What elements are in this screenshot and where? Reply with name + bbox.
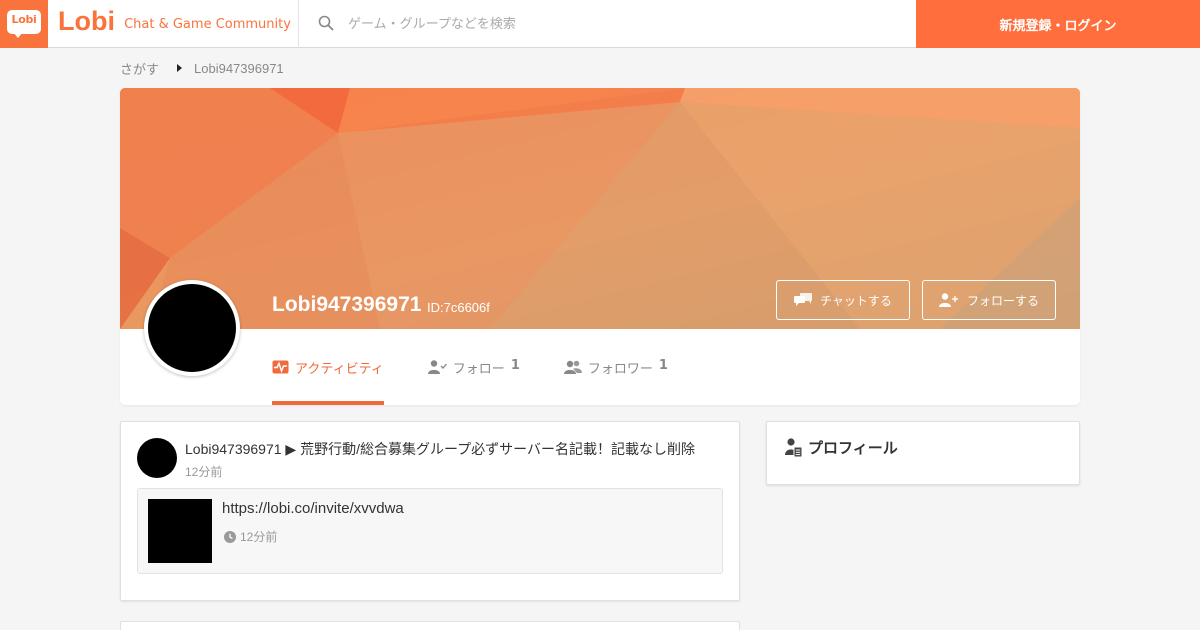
follow-button[interactable]: フォローする xyxy=(922,280,1056,320)
tab-follow-label: フォロー xyxy=(452,362,505,377)
brand-tagline: Chat & Game Community xyxy=(124,17,291,32)
clock-icon xyxy=(224,530,236,543)
lobi-logo[interactable]: Lobi xyxy=(0,0,48,48)
activity-time: 12分前 xyxy=(185,465,223,479)
follow-button-label: フォローする xyxy=(966,293,1039,308)
tab-follow-count: 1 xyxy=(510,358,520,373)
breadcrumb-current: Lobi947396971 xyxy=(194,60,284,76)
invite-link-time: 12分前 xyxy=(224,528,277,545)
login-button[interactable]: 新規登録・ログイン xyxy=(916,0,1200,48)
activity-item-next xyxy=(120,621,740,630)
profile-avatar xyxy=(148,284,236,372)
tab-activity-label: アクティビティ xyxy=(295,362,384,377)
activity-icon xyxy=(272,360,289,374)
invite-link-card[interactable]: https://lobi.co/invite/xvvdwa 12分前 xyxy=(137,488,723,574)
tab-followers-count: 1 xyxy=(658,358,668,373)
chat-button[interactable]: チャットする xyxy=(776,280,910,320)
breadcrumb-search[interactable]: さがす xyxy=(120,59,159,78)
invite-link-thumbnail xyxy=(148,499,212,563)
activity-item: Lobi947396971 ▶ 荒野行動/総合募集グループ必ずサーバー名記載！記… xyxy=(120,421,740,601)
tab-followers[interactable]: フォロワー 1 xyxy=(563,344,668,405)
profile-tabs: アクティビティ フォロー 1 フォロワー 1 xyxy=(272,344,712,405)
chat-icon xyxy=(794,293,813,306)
search-icon xyxy=(318,15,334,31)
logo-bubble-tail xyxy=(13,32,23,38)
profile-info-title: プロフィール xyxy=(785,437,898,458)
profile-card: Lobi947396971 ID:7c6606f チャットする フォローする ア… xyxy=(120,88,1080,405)
brand-name: Lobi xyxy=(58,6,115,36)
profile-id: ID:7c6606f xyxy=(427,300,490,315)
profile-avatar-frame xyxy=(144,280,240,376)
invite-link-url: https://lobi.co/invite/xvvdwa xyxy=(222,500,404,517)
breadcrumb-separator-icon xyxy=(177,64,183,72)
activity-title[interactable]: Lobi947396971 ▶ 荒野行動/総合募集グループ必ずサーバー名記載！記… xyxy=(185,439,695,459)
logo-text: Lobi xyxy=(11,13,37,26)
tab-follow[interactable]: フォロー 1 xyxy=(427,344,520,405)
chat-button-label: チャットする xyxy=(820,293,892,308)
profile-info-card: プロフィール xyxy=(766,421,1080,485)
activity-avatar[interactable] xyxy=(137,438,177,478)
brand[interactable]: Lobi Chat & Game Community xyxy=(58,6,291,42)
search-input[interactable] xyxy=(340,8,900,40)
tab-activity[interactable]: アクティビティ xyxy=(272,344,384,405)
users-icon xyxy=(563,360,582,374)
tab-followers-label: フォロワー xyxy=(587,362,653,377)
profile-name: Lobi947396971 xyxy=(272,293,422,316)
invite-link-time-text: 12分前 xyxy=(240,530,278,544)
profile-info-title-text: プロフィール xyxy=(808,439,898,457)
header-divider xyxy=(298,0,299,48)
top-header: Lobi Lobi Chat & Game Community 新規登録・ログイ… xyxy=(0,0,1200,48)
profile-card-icon xyxy=(785,438,802,457)
breadcrumb: さがす Lobi947396971 xyxy=(120,59,284,77)
user-check-icon xyxy=(427,360,447,374)
logo-bubble: Lobi xyxy=(7,10,41,34)
user-plus-icon xyxy=(938,293,958,307)
